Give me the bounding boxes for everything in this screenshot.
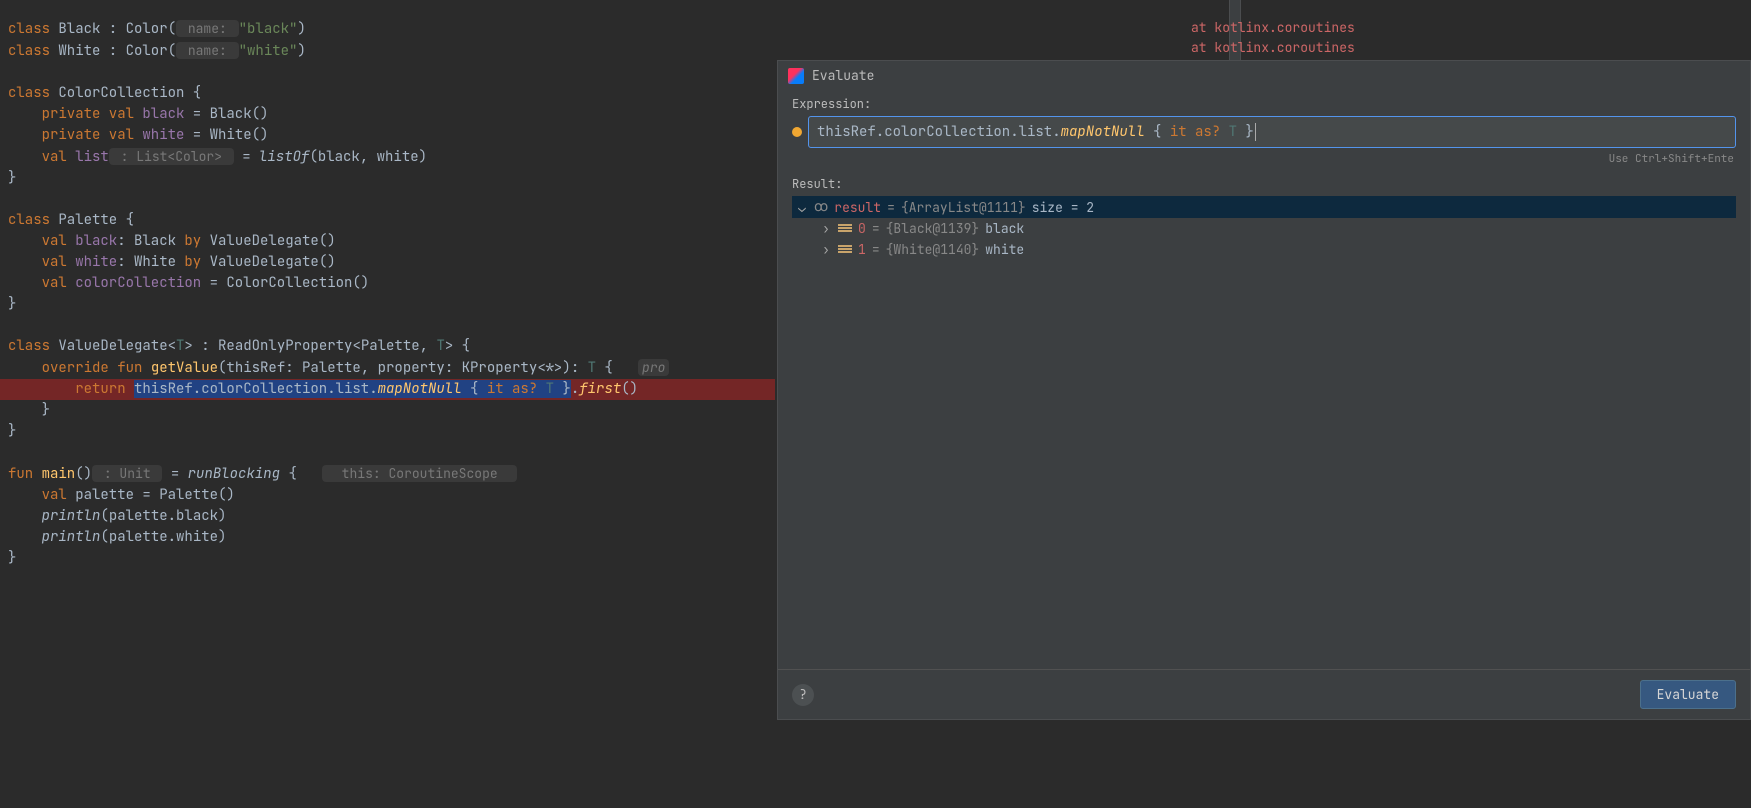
breakpoint-indicator-icon: [792, 127, 802, 137]
tree-row-root[interactable]: ⌄ ꝏ result = {ArrayList@1111} size = 2: [792, 196, 1736, 218]
intellij-icon: [788, 68, 804, 84]
tree-row-item[interactable]: › 1 = {White@1140} white: [792, 239, 1736, 260]
evaluate-dialog: Evaluate Expression: thisRef.colorCollec…: [777, 60, 1751, 720]
expression-input[interactable]: thisRef.colorCollection.list.mapNotNull …: [808, 116, 1736, 148]
expression-label: Expression:: [792, 96, 1736, 112]
watch-icon: ꝏ: [814, 198, 828, 216]
keyword: class: [8, 20, 58, 38]
result-tree[interactable]: ⌄ ꝏ result = {ArrayList@1111} size = 2 ›…: [792, 196, 1736, 669]
console-panel[interactable]: at kotlinx.coroutines at kotlinx.corouti…: [1191, 0, 1751, 58]
dialog-title-bar[interactable]: Evaluate: [778, 61, 1750, 90]
stacktrace-link[interactable]: kotlinx.coroutines: [1214, 19, 1354, 36]
evaluate-button[interactable]: Evaluate: [1640, 680, 1736, 709]
code-editor[interactable]: class Black : Color( name: "black") clas…: [0, 0, 775, 808]
dialog-title: Evaluate: [812, 67, 874, 84]
expand-arrow-icon[interactable]: ⌄: [796, 199, 808, 216]
object-icon: [838, 245, 852, 255]
collapse-arrow-icon[interactable]: ›: [820, 241, 832, 258]
help-button[interactable]: ?: [792, 684, 814, 706]
param-hint: name:: [176, 20, 239, 37]
keyboard-hint: Use Ctrl+Shift+Ente: [792, 148, 1736, 176]
result-label: Result:: [792, 176, 1736, 192]
stacktrace-link[interactable]: kotlinx.coroutines: [1214, 39, 1354, 56]
object-icon: [838, 224, 852, 234]
tree-row-item[interactable]: › 0 = {Black@1139} black: [792, 218, 1736, 239]
collapse-arrow-icon[interactable]: ›: [820, 220, 832, 237]
breakpoint-line[interactable]: return thisRef.colorCollection.list.mapN…: [0, 379, 775, 400]
